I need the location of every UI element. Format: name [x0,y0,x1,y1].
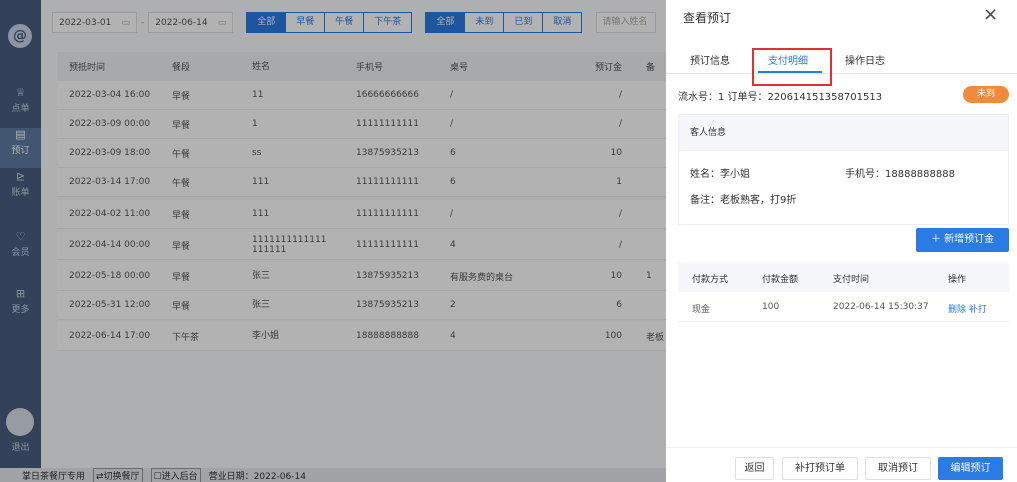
payment-table: 付款方式 付款金额 支付时间 操作 现金 100 2022-06-14 15:3… [678,262,1009,322]
payment-method: 现金 [692,305,711,315]
reservation-drawer: 查看预订 × 预订信息 支付明细 操作日志 流水号：1 订单号：22061415… [666,0,1017,482]
order-serial: 流水号：1 订单号：220614151358701513 [678,92,883,103]
tab-operation-log[interactable]: 操作日志 [845,52,885,67]
delete-payment-link[interactable]: 删除 [948,305,966,315]
guest-note: 备注：老板熟客，打9折 [690,195,797,206]
guest-phone: 手机号：18888888888 [845,169,955,180]
payment-table-header: 付款方式 付款金额 支付时间 操作 [678,262,1009,292]
reprint-order-button[interactable]: 补打预订单 [782,457,858,480]
cancel-reservation-button[interactable]: 取消预订 [865,457,931,480]
back-button[interactable]: 返回 [735,457,774,480]
guest-info-title: 客人信息 [679,115,1008,151]
column-header: 付款方式 [692,275,729,285]
guest-name: 姓名：李小姐 [690,169,750,180]
highlight-box [752,48,832,86]
drawer-actions: 返回 补打预订单 取消预订 编辑预订 [666,447,1017,482]
column-header: 支付时间 [833,275,870,285]
tab-reservation-info[interactable]: 预订信息 [690,52,730,67]
edit-reservation-button[interactable]: 编辑预订 [938,457,1003,480]
column-header: 付款金额 [762,275,799,285]
payment-time: 2022-06-14 15:30:37 [833,302,929,312]
close-icon[interactable]: × [983,4,998,25]
status-badge: 未到 [963,86,1009,103]
drawer-tabs: 预订信息 支付明细 操作日志 [666,46,1017,74]
payment-row: 现金 100 2022-06-14 15:30:37 删除 补打 [678,292,1009,322]
reprint-payment-link[interactable]: 补打 [969,305,987,315]
payment-amount: 100 [762,302,780,312]
drawer-title: 查看预订 [683,11,732,25]
add-deposit-button[interactable]: ＋ 新增预订金 [916,228,1009,252]
modal-overlay[interactable] [0,0,666,482]
guest-info-panel: 客人信息 姓名：李小姐 手机号：18888888888 备注：老板熟客，打9折 [678,114,1009,225]
column-header: 操作 [948,275,967,285]
